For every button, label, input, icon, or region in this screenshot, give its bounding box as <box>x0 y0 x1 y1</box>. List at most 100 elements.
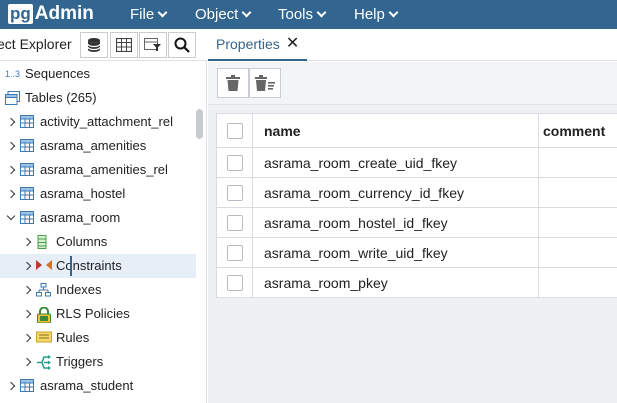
chevron-right-icon[interactable] <box>6 381 16 391</box>
row-checkbox[interactable] <box>226 184 243 201</box>
cell-name: asrama_room_write_uid_fkey <box>254 238 539 267</box>
cell-name: asrama_room_currency_id_fkey <box>254 178 539 207</box>
tree-item-label: asrama_hostel <box>40 186 126 201</box>
menu-help-label: Help <box>354 6 385 23</box>
tab-properties[interactable]: Properties ✕ <box>208 29 308 61</box>
triggers-icon <box>36 355 51 370</box>
tree-item-rls-policies[interactable]: RLS Policies <box>0 302 196 326</box>
cell-name: asrama_room_pkey <box>254 268 539 297</box>
tree-item-triggers[interactable]: Triggers <box>0 350 196 374</box>
table-row[interactable]: asrama_room_currency_id_fkey <box>217 178 617 208</box>
cell-name: asrama_room_hostel_id_fkey <box>254 208 539 237</box>
chevron-right-icon[interactable] <box>6 117 16 127</box>
row-checkbox[interactable] <box>226 214 243 231</box>
tree-item-label: Triggers <box>56 354 104 369</box>
tree-item-sequences[interactable]: 1..3 Sequences <box>0 62 196 86</box>
chevron-right-icon[interactable] <box>22 285 32 295</box>
chevron-right-icon[interactable] <box>22 333 32 343</box>
rules-icon <box>36 331 52 345</box>
table-row[interactable]: asrama_room_pkey <box>217 268 617 298</box>
properties-grid-area: name comment asrama_room_create_uid_fkey… <box>208 105 617 403</box>
cell-comment <box>540 238 617 267</box>
filter-table-icon <box>144 38 161 51</box>
menu-help[interactable]: Help <box>354 0 399 29</box>
object-explorer-title[interactable]: ect Explorer <box>0 36 72 52</box>
chevron-down-icon <box>241 7 252 18</box>
object-tree: 1..3 Sequences Tables (265) activity_attach… <box>0 62 196 403</box>
properties-toolbar <box>208 62 617 105</box>
tree-item-label: RLS Policies <box>56 306 130 321</box>
columns-icon <box>36 235 50 249</box>
row-checkbox[interactable] <box>226 274 243 291</box>
chevron-down-icon <box>157 7 168 18</box>
object-explorer-header: ect Explorer <box>0 29 207 61</box>
chevron-right-icon[interactable] <box>22 357 32 367</box>
properties-grid: name comment asrama_room_create_uid_fkey… <box>216 113 617 298</box>
menu-tools[interactable]: Tools <box>278 0 327 29</box>
tree-item-rules[interactable]: Rules <box>0 326 196 350</box>
row-select-cell <box>217 148 253 177</box>
menu-file[interactable]: File <box>130 0 168 29</box>
rls-policies-icon <box>36 306 51 324</box>
table-row[interactable]: asrama_room_hostel_id_fkey <box>217 208 617 238</box>
close-icon[interactable]: ✕ <box>286 36 299 52</box>
sequence-icon: 1..3 <box>5 69 21 79</box>
top-menubar: pg Admin File Object Tools Help <box>0 0 617 29</box>
tree-item-label: asrama_room <box>40 210 121 225</box>
chevron-right-icon[interactable] <box>6 141 16 151</box>
row-select-cell <box>217 178 253 207</box>
chevron-right-icon[interactable] <box>22 309 32 319</box>
tree-item-asrama-hostel[interactable]: asrama_hostel <box>0 182 196 206</box>
chevron-right-icon[interactable] <box>6 189 16 199</box>
chevron-right-icon[interactable] <box>22 237 32 247</box>
cell-name: asrama_room_create_uid_fkey <box>254 148 539 177</box>
tree-item-constraints[interactable]: Constraints <box>0 254 196 278</box>
chevron-right-icon[interactable] <box>6 165 16 175</box>
chevron-down-icon <box>316 7 327 18</box>
delete-cascade-button[interactable] <box>249 68 281 98</box>
search-icon <box>174 37 190 53</box>
tree-item-columns[interactable]: Columns <box>0 230 196 254</box>
menu-tools-label: Tools <box>278 6 314 23</box>
cell-comment <box>540 268 617 297</box>
table-icon <box>20 163 34 177</box>
tree-item-asrama-amenities[interactable]: asrama_amenities <box>0 134 196 158</box>
tree-item-indexes[interactable]: Indexes <box>0 278 196 302</box>
table-row[interactable]: asrama_room_create_uid_fkey <box>217 148 617 178</box>
menu-object-label: Object <box>195 6 239 23</box>
menu-object[interactable]: Object <box>195 0 252 29</box>
column-header-name[interactable]: name <box>254 114 539 147</box>
search-objects-button[interactable] <box>168 32 196 58</box>
tab-properties-label: Properties <box>216 36 280 52</box>
cell-comment <box>540 178 617 207</box>
view-data-button[interactable] <box>110 32 138 58</box>
tree-item-activity-attachment-rel[interactable]: activity_attachment_rel <box>0 110 196 134</box>
row-checkbox[interactable] <box>226 244 243 261</box>
text-cursor <box>70 256 72 276</box>
tree-item-label: activity_attachment_rel <box>40 114 173 129</box>
constraints-icon <box>36 259 52 273</box>
table-icon <box>20 139 34 153</box>
tree-scrollbar[interactable] <box>196 109 203 139</box>
cell-comment <box>540 208 617 237</box>
chevron-down-icon[interactable] <box>6 211 16 221</box>
tree-item-asrama-student[interactable]: asrama_student <box>0 374 196 398</box>
database-icon <box>87 38 101 52</box>
tree-item-label: Tables (265) <box>25 90 97 105</box>
column-header-comment[interactable]: comment <box>540 114 617 147</box>
table-row[interactable]: asrama_room_write_uid_fkey <box>217 238 617 268</box>
tables-icon <box>5 91 20 105</box>
select-all-cell <box>217 114 253 147</box>
filtered-rows-button[interactable] <box>139 32 167 58</box>
select-all-checkbox[interactable] <box>226 122 243 139</box>
delete-button[interactable] <box>217 68 249 98</box>
tree-item-label: Rules <box>56 330 90 345</box>
table-icon <box>20 187 34 201</box>
tree-item-asrama-amenities-rel[interactable]: asrama_amenities_rel <box>0 158 196 182</box>
tree-item-asrama-room[interactable]: asrama_room <box>0 206 196 230</box>
chevron-right-icon[interactable] <box>22 261 32 271</box>
table-icon <box>20 115 34 129</box>
tree-item-tables-265[interactable]: Tables (265) <box>0 86 196 110</box>
query-tool-button[interactable] <box>80 32 108 58</box>
row-checkbox[interactable] <box>226 154 243 171</box>
